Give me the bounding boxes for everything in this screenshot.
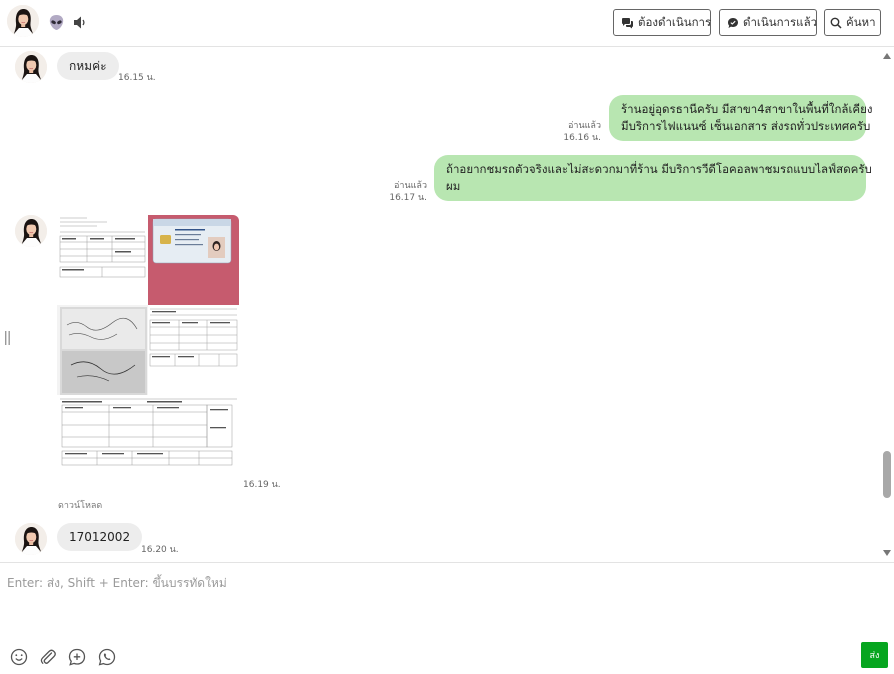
message-line: ร้านอยู่อุดรธานีครับ มีสาขา4สาขาในพื้นที… bbox=[621, 102, 873, 116]
outgoing-message-bubble[interactable]: ร้านอยู่อุดรธานีครับ มีสาขา4สาขาในพื้นที… bbox=[609, 95, 873, 141]
panel-resize-handle[interactable] bbox=[4, 330, 12, 345]
alien-emoji-icon bbox=[48, 14, 65, 31]
message-input[interactable] bbox=[7, 573, 867, 593]
download-link[interactable]: ดาวน์โหลด bbox=[58, 498, 102, 512]
whatsapp-icon[interactable] bbox=[97, 647, 117, 667]
incoming-message-bubble[interactable]: 17012002 bbox=[57, 523, 143, 551]
message-time: 16.20 น. bbox=[141, 545, 179, 555]
scrollbar-thumb[interactable] bbox=[883, 451, 891, 498]
message-time: 16.19 น. bbox=[243, 480, 281, 490]
message-text: 17012002 bbox=[69, 530, 131, 544]
chat-window: ต้องดำเนินการ ดำเนินการแล้ว ค้นหา กหมค่ะ… bbox=[0, 0, 894, 674]
chat-header: ต้องดำเนินการ ดำเนินการแล้ว ค้นหา bbox=[0, 0, 894, 47]
speaker-icon[interactable] bbox=[72, 15, 88, 30]
todo-filter-label: ต้องดำเนินการ bbox=[638, 14, 712, 29]
attachment-icon[interactable] bbox=[38, 647, 58, 667]
emoji-icon[interactable] bbox=[9, 647, 29, 667]
search-label: ค้นหา bbox=[846, 14, 876, 29]
message-time: 16.17 น. bbox=[389, 193, 427, 203]
search-icon bbox=[830, 17, 842, 29]
chat-scrollbar[interactable] bbox=[880, 48, 894, 562]
chat-check-icon bbox=[728, 17, 738, 28]
todo-filter-button[interactable]: ต้องดำเนินการ bbox=[613, 9, 711, 36]
message-line: ถ้าอยากชมรถตัวจริงและไม่สะดวกมาที่ร้าน ม… bbox=[446, 162, 872, 176]
incoming-message-bubble[interactable]: กหมค่ะ bbox=[57, 52, 119, 80]
done-filter-button[interactable]: ดำเนินการแล้ว bbox=[719, 9, 817, 36]
contact-avatar[interactable] bbox=[15, 215, 47, 247]
contact-avatar[interactable] bbox=[7, 5, 39, 37]
send-button[interactable]: ส่ง bbox=[861, 642, 888, 668]
contact-avatar[interactable] bbox=[15, 51, 47, 83]
search-button[interactable]: ค้นหา bbox=[824, 9, 881, 36]
document-image-attachment[interactable] bbox=[57, 215, 239, 467]
message-line: มีบริการไฟแนนซ์ เซ็นเอกสาร ส่งรถทั่วประเ… bbox=[621, 119, 871, 133]
outgoing-message-bubble[interactable]: ถ้าอยากชมรถตัวจริงและไม่สะดวกมาที่ร้าน ม… bbox=[434, 155, 872, 201]
done-filter-label: ดำเนินการแล้ว bbox=[743, 14, 818, 29]
scroll-up-arrow-icon[interactable] bbox=[883, 53, 891, 59]
scroll-down-arrow-icon[interactable] bbox=[883, 550, 891, 556]
chat-bubbles-icon bbox=[622, 17, 633, 28]
message-text: กหมค่ะ bbox=[69, 58, 107, 73]
message-time: 16.15 น. bbox=[118, 73, 156, 83]
message-line: ผม bbox=[446, 179, 461, 193]
message-list: กหมค่ะ 16.15 น. อ่านแล้ว 16.16 น. ร้านอย… bbox=[0, 48, 894, 562]
message-composer bbox=[0, 562, 894, 674]
message-time: 16.16 น. bbox=[563, 133, 601, 143]
contact-avatar[interactable] bbox=[15, 523, 47, 555]
add-circle-icon[interactable] bbox=[67, 647, 87, 667]
